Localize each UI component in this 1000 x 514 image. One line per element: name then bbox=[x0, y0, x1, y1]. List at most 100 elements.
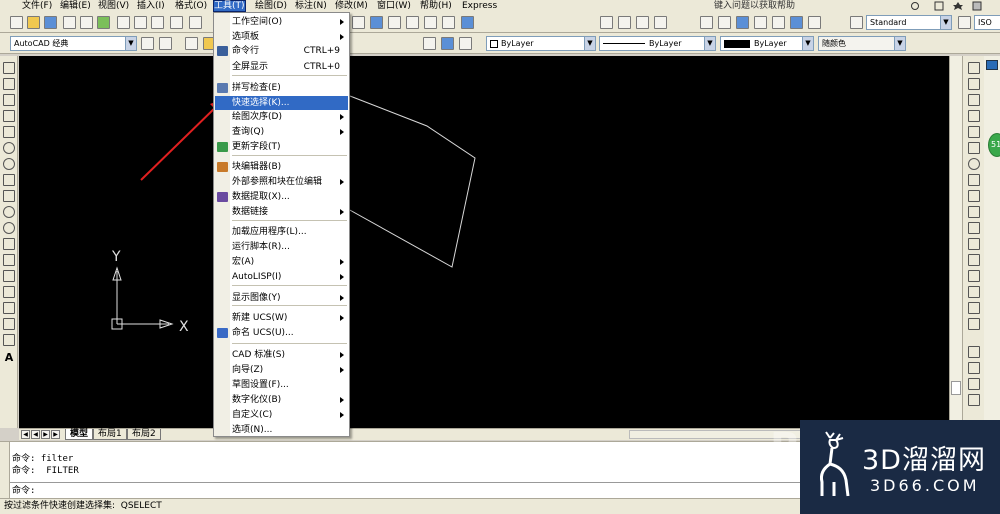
menu-item[interactable]: 拼写检查(E) bbox=[215, 81, 348, 95]
palette-icon[interactable] bbox=[986, 60, 998, 70]
menu-insert[interactable]: 插入(I) bbox=[137, 0, 165, 12]
break-icon[interactable] bbox=[968, 238, 980, 250]
chevron-down-icon[interactable]: ▼ bbox=[125, 37, 136, 50]
menu-modify[interactable]: 修改(M) bbox=[335, 0, 368, 12]
menu-item[interactable]: 显示图像(Y) bbox=[215, 291, 348, 305]
open-icon[interactable] bbox=[27, 16, 40, 29]
menu-draw[interactable]: 绘图(D) bbox=[255, 0, 287, 12]
region-icon[interactable] bbox=[3, 318, 15, 330]
join-icon[interactable] bbox=[968, 270, 980, 282]
help-search-input[interactable]: 键入问题以获取帮助 bbox=[714, 0, 795, 12]
menu-item[interactable]: 查询(Q) bbox=[215, 125, 348, 139]
bring-to-front-icon[interactable] bbox=[968, 362, 980, 374]
construction-line-icon[interactable] bbox=[3, 78, 15, 90]
mirror-icon[interactable] bbox=[968, 94, 980, 106]
fillet-icon[interactable] bbox=[968, 302, 980, 314]
workspace-save-icon[interactable] bbox=[159, 37, 172, 50]
array-icon[interactable] bbox=[968, 126, 980, 138]
dim-style-icon[interactable] bbox=[754, 16, 767, 29]
arc-icon[interactable] bbox=[3, 142, 15, 154]
menu-item[interactable]: 更新字段(T) bbox=[215, 140, 348, 154]
new-icon[interactable] bbox=[10, 16, 23, 29]
spline-icon[interactable] bbox=[3, 190, 15, 202]
help-icon[interactable] bbox=[972, 1, 982, 11]
menu-item[interactable]: 块编辑器(B) bbox=[215, 160, 348, 174]
quickcalc-icon[interactable] bbox=[442, 16, 455, 29]
menu-item[interactable]: 全屏显示 CTRL+0 bbox=[215, 60, 348, 74]
menu-item[interactable]: 选项板 bbox=[215, 30, 348, 44]
multiline-text-icon[interactable]: A bbox=[3, 352, 15, 364]
table-style-icon[interactable] bbox=[772, 16, 785, 29]
menu-item[interactable]: 宏(A) bbox=[215, 255, 348, 269]
color-combo[interactable]: ByLayer ▼ bbox=[486, 36, 596, 51]
redo-icon[interactable] bbox=[700, 16, 713, 29]
plot-style-combo[interactable]: 随颜色 ▼ bbox=[818, 36, 906, 51]
workspace-settings-icon[interactable] bbox=[141, 37, 154, 50]
command-window-handle[interactable] bbox=[0, 442, 10, 499]
zoom-previous-icon[interactable] bbox=[654, 16, 667, 29]
markup-icon[interactable] bbox=[424, 16, 437, 29]
polygon-icon[interactable] bbox=[3, 110, 15, 122]
menu-item[interactable]: 绘图次序(D) bbox=[215, 110, 348, 124]
linetype-combo[interactable]: ByLayer ▼ bbox=[599, 36, 716, 51]
menu-item[interactable]: 新建 UCS(W) bbox=[215, 311, 348, 325]
last-tab-icon[interactable]: ▶ bbox=[51, 430, 60, 439]
menu-item[interactable]: 快速选择(K)... bbox=[215, 96, 348, 110]
menu-dimension[interactable]: 标注(N) bbox=[295, 0, 327, 12]
scale-icon[interactable] bbox=[968, 174, 980, 186]
next-tab-icon[interactable]: ▶ bbox=[41, 430, 50, 439]
ellipse-arc-icon[interactable] bbox=[3, 222, 15, 234]
chevron-down-icon[interactable]: ▼ bbox=[704, 37, 715, 50]
workspace-combo[interactable]: AutoCAD 经典 ▼ bbox=[10, 36, 137, 51]
zoom-window-icon[interactable] bbox=[636, 16, 649, 29]
insert-block-icon[interactable] bbox=[3, 238, 15, 250]
erase-icon[interactable] bbox=[968, 62, 980, 74]
paste-icon[interactable] bbox=[151, 16, 164, 29]
preview-icon[interactable] bbox=[80, 16, 93, 29]
star-icon[interactable] bbox=[953, 2, 963, 10]
menu-item[interactable]: 向导(Z) bbox=[215, 363, 348, 377]
menu-item[interactable]: 运行脚本(R)... bbox=[215, 240, 348, 254]
menu-format[interactable]: 格式(O) bbox=[175, 0, 207, 12]
command-prompt-input[interactable]: 命令: bbox=[12, 486, 35, 497]
menu-item[interactable]: 数据链接 bbox=[215, 205, 348, 219]
menu-item[interactable]: 数字化仪(B) bbox=[215, 393, 348, 407]
zoom-realtime-icon[interactable] bbox=[618, 16, 631, 29]
tab-layout1[interactable]: 布局1 bbox=[93, 429, 127, 440]
make-block-icon[interactable] bbox=[3, 254, 15, 266]
search-icon[interactable] bbox=[911, 2, 919, 10]
chevron-down-icon[interactable]: ▼ bbox=[584, 37, 595, 50]
layer-previous-icon[interactable] bbox=[441, 37, 454, 50]
match-properties-icon[interactable] bbox=[170, 16, 183, 29]
menu-edit[interactable]: 编辑(E) bbox=[60, 0, 91, 12]
circle-icon[interactable] bbox=[3, 158, 15, 170]
menu-express[interactable]: Express bbox=[462, 0, 497, 12]
chevron-down-icon[interactable]: ▼ bbox=[802, 37, 813, 50]
tool-palettes-icon[interactable] bbox=[388, 16, 401, 29]
menu-item[interactable]: 命名 UCS(U)... bbox=[215, 326, 348, 340]
explode-icon[interactable] bbox=[968, 318, 980, 330]
stretch-icon[interactable] bbox=[968, 190, 980, 202]
prev-tab-icon[interactable]: ◀ bbox=[31, 430, 40, 439]
chevron-down-icon[interactable]: ▼ bbox=[940, 16, 951, 29]
menu-tools[interactable]: 工具(T) bbox=[213, 0, 246, 12]
menu-item[interactable]: 草图设置(F)... bbox=[215, 378, 348, 392]
vertical-scrollbar[interactable] bbox=[949, 56, 962, 428]
drawn-polyline[interactable] bbox=[329, 95, 476, 268]
text-style-icon[interactable] bbox=[736, 16, 749, 29]
ellipse-icon[interactable] bbox=[3, 206, 15, 218]
help-toolbar-icon[interactable] bbox=[461, 16, 474, 29]
extend-icon[interactable] bbox=[968, 222, 980, 234]
communication-icon[interactable] bbox=[934, 1, 944, 11]
cut-icon[interactable] bbox=[117, 16, 130, 29]
send-to-back-icon[interactable] bbox=[968, 378, 980, 390]
workspace-icon[interactable] bbox=[808, 16, 821, 29]
make-current-layer-icon[interactable] bbox=[423, 37, 436, 50]
lineweight-combo[interactable]: ByLayer ▼ bbox=[720, 36, 814, 51]
multileader-icon[interactable] bbox=[790, 16, 803, 29]
menu-item[interactable]: 工作空间(O) bbox=[215, 15, 348, 29]
menu-window[interactable]: 窗口(W) bbox=[377, 0, 411, 12]
notification-bubble[interactable]: 51 bbox=[988, 133, 1000, 157]
menu-item[interactable]: 数据提取(X)... bbox=[215, 190, 348, 204]
first-tab-icon[interactable]: ◀ bbox=[21, 430, 30, 439]
